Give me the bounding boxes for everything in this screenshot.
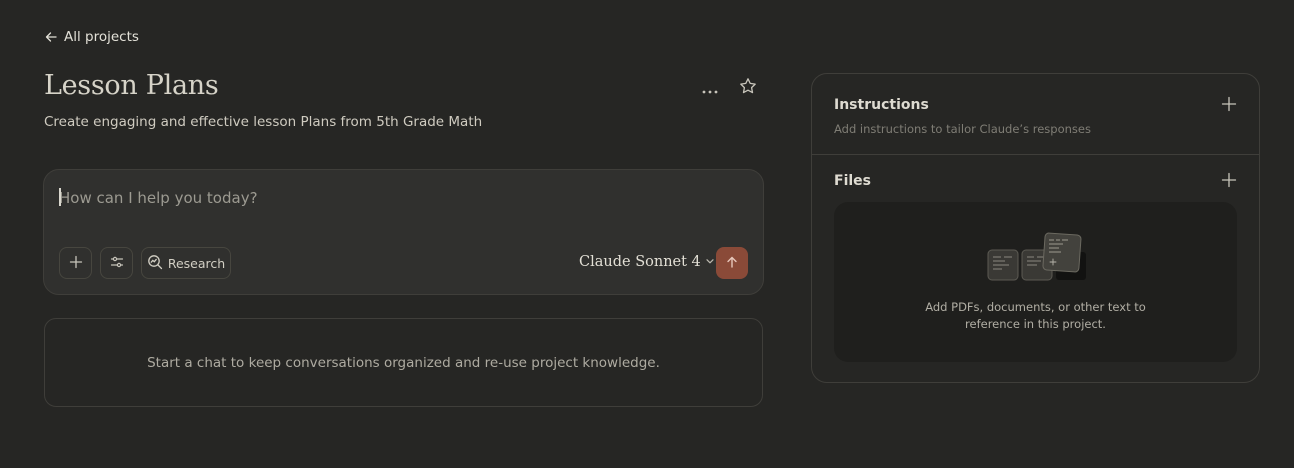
plus-icon <box>69 254 83 273</box>
dropzone-line-1: Add PDFs, documents, or other text to <box>925 300 1146 314</box>
back-to-projects-link[interactable]: All projects <box>44 29 139 45</box>
project-knowledge-panel: Instructions Add instructions to tailor … <box>811 73 1260 383</box>
project-page: All projects Lesson Plans Create engagin… <box>0 0 1294 468</box>
chat-composer: Research Claude Sonnet 4 <box>43 169 764 295</box>
dropzone-text: Add PDFs, documents, or other text to re… <box>834 299 1237 333</box>
files-dropzone[interactable]: Add PDFs, documents, or other text to re… <box>834 202 1237 362</box>
instructions-title: Instructions <box>834 97 929 113</box>
text-caret <box>59 188 61 206</box>
tools-button[interactable] <box>100 247 133 279</box>
star-icon <box>739 77 757 99</box>
sliders-icon <box>110 254 124 273</box>
title-actions <box>698 76 760 100</box>
chevron-down-icon <box>705 254 715 270</box>
favorite-button[interactable] <box>736 76 760 100</box>
more-options-button[interactable] <box>698 76 722 100</box>
plus-icon <box>1221 96 1237 116</box>
send-button[interactable] <box>716 247 748 279</box>
chats-empty-state: Start a chat to keep conversations organ… <box>44 318 763 407</box>
research-icon <box>147 254 163 273</box>
arrow-up-icon <box>725 254 739 273</box>
model-selector[interactable]: Claude Sonnet 4 <box>579 254 715 270</box>
research-label: Research <box>167 255 226 271</box>
chats-empty-text: Start a chat to keep conversations organ… <box>147 354 660 371</box>
back-link-label: All projects <box>64 29 139 45</box>
documents-illustration-icon <box>986 232 1088 288</box>
instructions-subtitle: Add instructions to tailor Claude’s resp… <box>834 122 1091 136</box>
project-description: Create engaging and effective lesson Pla… <box>44 114 483 130</box>
files-title: Files <box>834 173 871 189</box>
model-label: Claude Sonnet 4 <box>579 254 701 270</box>
dropzone-line-2: reference in this project. <box>965 317 1106 331</box>
page-title: Lesson Plans <box>44 70 219 101</box>
research-button[interactable]: Research <box>141 247 231 279</box>
add-content-button[interactable] <box>59 247 92 279</box>
message-input[interactable] <box>59 186 719 210</box>
panel-divider <box>812 154 1259 155</box>
add-files-button[interactable] <box>1219 172 1239 192</box>
more-horizontal-icon <box>702 79 718 98</box>
plus-icon <box>1221 172 1237 192</box>
arrow-left-icon <box>44 30 58 44</box>
add-instructions-button[interactable] <box>1219 96 1239 116</box>
